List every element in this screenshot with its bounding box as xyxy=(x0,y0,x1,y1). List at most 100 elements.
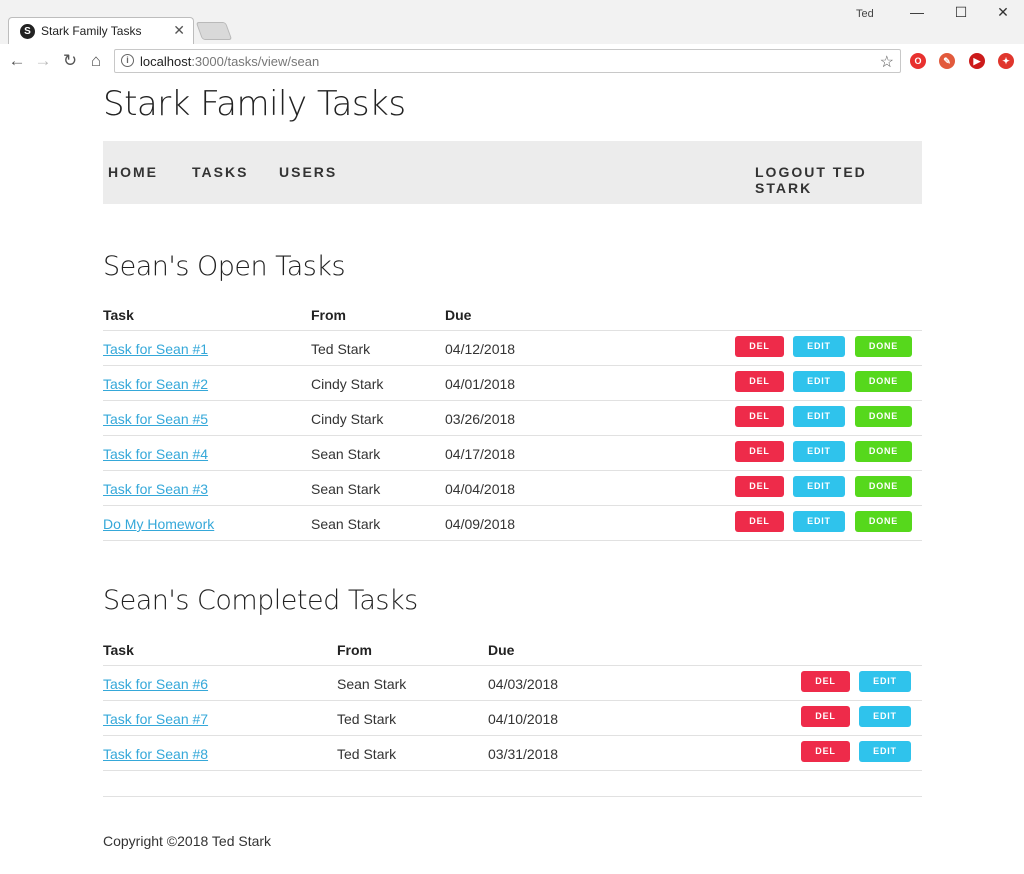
done-button[interactable]: DONE xyxy=(855,336,912,357)
task-due: 04/04/2018 xyxy=(445,481,516,497)
done-button[interactable]: DONE xyxy=(855,371,912,392)
task-from: Cindy Stark xyxy=(311,411,384,427)
copyright-text: Copyright ©2018 Ted Stark xyxy=(103,833,272,849)
task-link[interactable]: Task for Sean #5 xyxy=(103,411,208,427)
table-header: Task From Due xyxy=(103,303,922,331)
del-button[interactable]: DEL xyxy=(735,441,784,462)
url-text: localhost:3000/tasks/view/sean xyxy=(140,54,320,69)
del-button[interactable]: DEL xyxy=(735,476,784,497)
new-tab-button[interactable] xyxy=(195,22,233,40)
minimize-icon[interactable]: — xyxy=(902,4,932,24)
edit-button[interactable]: EDIT xyxy=(793,371,845,392)
edit-button[interactable]: EDIT xyxy=(859,741,911,762)
table-header: Task From Due xyxy=(103,638,922,666)
extension-feather-icon[interactable]: ✎ xyxy=(939,53,955,69)
column-task: Task xyxy=(103,642,134,658)
forward-icon[interactable]: → xyxy=(32,51,54,71)
task-from: Ted Stark xyxy=(337,711,397,727)
table-row: Task for Sean #7 Ted Stark 04/10/2018 DEL ED… xyxy=(103,701,922,736)
bookmark-star-icon[interactable]: ☆ xyxy=(880,52,894,72)
profile-name[interactable]: Ted xyxy=(856,8,874,20)
close-tab-icon[interactable]: ✕ xyxy=(173,22,185,39)
task-link[interactable]: Task for Sean #1 xyxy=(103,341,208,357)
open-tasks-heading: Sean's Open Tasks xyxy=(103,251,346,282)
del-button[interactable]: DEL xyxy=(735,371,784,392)
table-row: Task for Sean #6 Sean Stark 04/03/2018 DEL E… xyxy=(103,666,922,701)
del-button[interactable]: DEL xyxy=(735,511,784,532)
site-title: Stark Family Tasks xyxy=(103,84,406,124)
column-task: Task xyxy=(103,307,134,323)
address-bar[interactable]: i localhost:3000/tasks/view/sean ☆ xyxy=(114,49,901,73)
task-due: 03/31/2018 xyxy=(488,746,559,762)
del-button[interactable]: DEL xyxy=(801,741,850,762)
nav-logout-link[interactable]: LOGOUT TED STARK xyxy=(755,164,922,196)
del-button[interactable]: DEL xyxy=(735,406,784,427)
open-tasks-table: Task From Due Task for Sean #1 Ted Stark 0… xyxy=(103,303,922,541)
info-icon[interactable]: i xyxy=(121,54,134,67)
column-due: Due xyxy=(445,307,472,323)
main-navbar: HOME TASKS USERS LOGOUT TED STARK xyxy=(103,141,922,204)
browser-toolbar: ← → ↻ ⌂ i localhost:3000/tasks/view/sean… xyxy=(0,44,1024,78)
task-link[interactable]: Task for Sean #6 xyxy=(103,676,208,692)
del-button[interactable]: DEL xyxy=(801,671,850,692)
reload-icon[interactable]: ↻ xyxy=(59,51,81,71)
tab-strip: S Stark Family Tasks ✕ Ted — ☐ ✕ xyxy=(0,0,1024,44)
edit-button[interactable]: EDIT xyxy=(793,406,845,427)
table-row: Task for Sean #8 Ted Stark 03/31/2018 DEL ED… xyxy=(103,736,922,771)
done-button[interactable]: DONE xyxy=(855,441,912,462)
task-from: Sean Stark xyxy=(311,446,381,462)
del-button[interactable]: DEL xyxy=(801,706,850,727)
edit-button[interactable]: EDIT xyxy=(859,671,911,692)
task-due: 04/12/2018 xyxy=(445,341,516,357)
favicon-icon: S xyxy=(20,24,35,39)
edit-button[interactable]: EDIT xyxy=(793,511,845,532)
task-from: Sean Stark xyxy=(311,481,381,497)
maximize-icon[interactable]: ☐ xyxy=(946,4,976,24)
browser-chrome: S Stark Family Tasks ✕ Ted — ☐ ✕ ← → ↻ ⌂… xyxy=(0,0,1024,78)
task-from: Cindy Stark xyxy=(311,376,384,392)
task-link[interactable]: Task for Sean #3 xyxy=(103,481,208,497)
task-link[interactable]: Task for Sean #4 xyxy=(103,446,208,462)
nav-tasks-link[interactable]: TASKS xyxy=(192,164,248,180)
tab-title: Stark Family Tasks xyxy=(41,24,142,38)
footer-divider xyxy=(103,796,922,797)
task-link[interactable]: Task for Sean #7 xyxy=(103,711,208,727)
extension-opera-icon[interactable]: O xyxy=(910,53,926,69)
nav-home-link[interactable]: HOME xyxy=(108,164,158,180)
browser-tab[interactable]: S Stark Family Tasks ✕ xyxy=(8,17,194,44)
task-link[interactable]: Do My Homework xyxy=(103,516,214,532)
back-icon[interactable]: ← xyxy=(6,51,28,71)
del-button[interactable]: DEL xyxy=(735,336,784,357)
column-from: From xyxy=(337,642,372,658)
task-from: Sean Stark xyxy=(337,676,407,692)
extension-shield-icon[interactable]: ✦ xyxy=(998,53,1014,69)
edit-button[interactable]: EDIT xyxy=(793,441,845,462)
task-from: Ted Stark xyxy=(311,341,371,357)
table-row: Task for Sean #1 Ted Stark 04/12/2018 DEL ED… xyxy=(103,331,922,366)
task-due: 04/10/2018 xyxy=(488,711,559,727)
table-row: Task for Sean #4 Sean Stark 04/17/2018 DEL E… xyxy=(103,436,922,471)
edit-button[interactable]: EDIT xyxy=(793,476,845,497)
task-due: 04/17/2018 xyxy=(445,446,516,462)
table-row: Task for Sean #2 Cindy Stark 04/01/2018 DEL… xyxy=(103,366,922,401)
task-due: 04/01/2018 xyxy=(445,376,516,392)
task-due: 04/09/2018 xyxy=(445,516,516,532)
task-from: Sean Stark xyxy=(311,516,381,532)
edit-button[interactable]: EDIT xyxy=(859,706,911,727)
done-button[interactable]: DONE xyxy=(855,476,912,497)
table-row: Task for Sean #3 Sean Stark 04/04/2018 DEL E… xyxy=(103,471,922,506)
task-link[interactable]: Task for Sean #8 xyxy=(103,746,208,762)
task-link[interactable]: Task for Sean #2 xyxy=(103,376,208,392)
completed-tasks-heading: Sean's Completed Tasks xyxy=(103,585,418,616)
window-close-icon[interactable]: ✕ xyxy=(988,4,1018,24)
edit-button[interactable]: EDIT xyxy=(793,336,845,357)
task-from: Ted Stark xyxy=(337,746,397,762)
done-button[interactable]: DONE xyxy=(855,511,912,532)
extension-play-icon[interactable]: ▶ xyxy=(969,53,985,69)
home-icon[interactable]: ⌂ xyxy=(85,51,107,71)
task-due: 04/03/2018 xyxy=(488,676,559,692)
nav-users-link[interactable]: USERS xyxy=(279,164,337,180)
done-button[interactable]: DONE xyxy=(855,406,912,427)
table-row: Task for Sean #5 Cindy Stark 03/26/2018 DEL… xyxy=(103,401,922,436)
column-from: From xyxy=(311,307,346,323)
